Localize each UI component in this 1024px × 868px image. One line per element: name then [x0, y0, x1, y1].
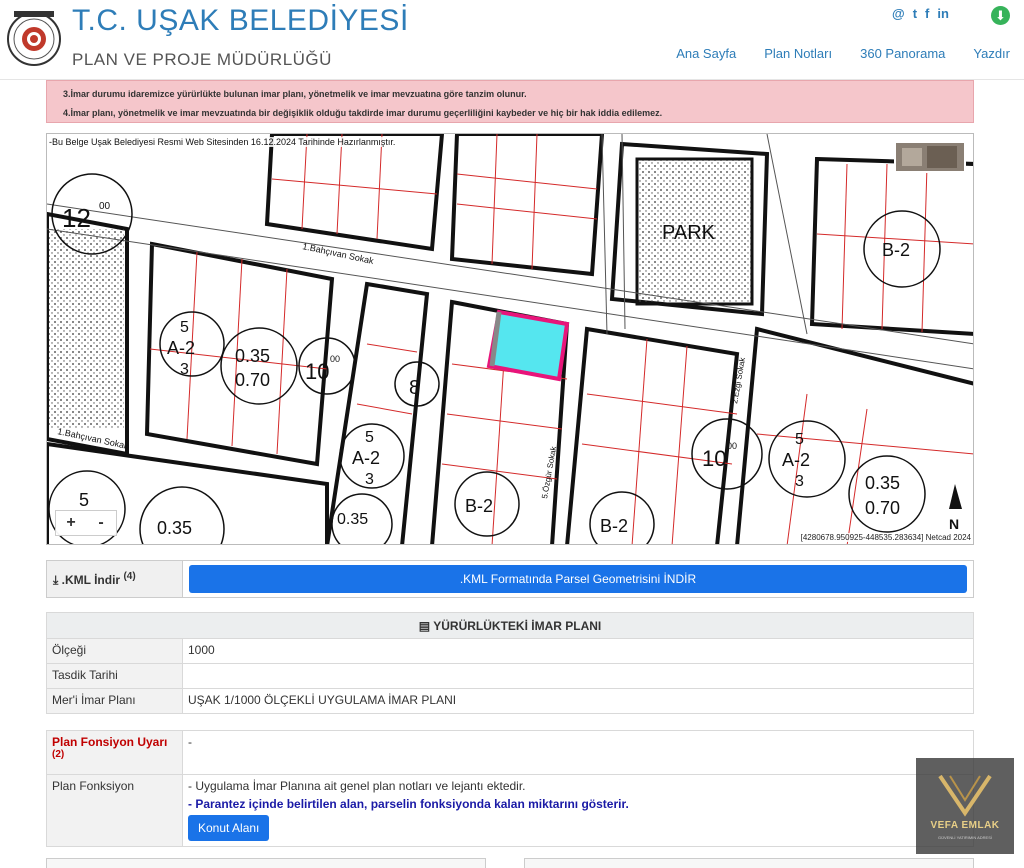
twitter-icon[interactable]: t — [913, 6, 917, 21]
kml-download-button[interactable]: .KML Formatında Parsel Geometrisini İNDİ… — [189, 565, 967, 593]
zone-a2-1: A-2 — [167, 338, 195, 358]
zoom-in-button[interactable]: + — [56, 511, 86, 535]
zone-a2-3-top: 5 — [795, 431, 804, 448]
warning-line-4: 4.İmar planı, yönetmelik ve imar mevzuat… — [63, 108, 663, 118]
vefa-emlak-watermark: VEFA EMLAK GÜVENLİ YATIRIMIN ADRESİ — [916, 758, 1014, 854]
height-label-12-sup: 00 — [99, 201, 111, 212]
ratio-bottom-1: 0.70 — [235, 370, 270, 390]
height-label-12: 12 — [62, 203, 91, 233]
main-nav: Ana Sayfa Plan Notları 360 Panorama Yazd… — [676, 46, 1010, 61]
download-icon[interactable]: ⬇ — [991, 6, 1010, 25]
ratio-top-4: 0.35 — [337, 511, 368, 528]
watermark-name: VEFA EMLAK — [930, 820, 1000, 831]
height-label-8: 8 — [409, 377, 420, 399]
height-label-10a: 10 — [305, 359, 329, 384]
current-plan-label: Mer'i İmar Planı — [46, 688, 183, 714]
nav-panorama[interactable]: 360 Panorama — [860, 46, 945, 61]
page-subtitle: PLAN VE PROJE MÜDÜRLÜĞÜ — [72, 50, 332, 69]
zone-five-left: 5 — [79, 490, 89, 510]
height-label-10a-sup: 00 — [330, 354, 340, 364]
document-icon: ▤ — [418, 619, 434, 633]
site-header: T.C. UŞAK BELEDİYESİ PLAN VE PROJE MÜDÜR… — [0, 0, 1024, 80]
function-warning-value: - — [182, 730, 974, 775]
height-label-10b: 10 — [702, 446, 726, 471]
zoom-out-button[interactable]: - — [86, 511, 116, 535]
watermark-sub: GÜVENLİ YATIRIMIN ADRESİ — [937, 835, 992, 840]
map-canvas[interactable]: PARK 1.Bahçıvan Sokak 1.Bahçıvan Sokak 5… — [47, 134, 974, 545]
zone-b2-1: B-2 — [465, 496, 493, 516]
zoning-map[interactable]: PARK 1.Bahçıvan Sokak 1.Bahçıvan Sokak 5… — [46, 133, 974, 545]
residential-area-button[interactable]: Konut Alanı — [188, 815, 270, 841]
plan-function-label: Plan Fonksiyon — [46, 774, 183, 847]
zone-b2-2: B-2 — [600, 516, 628, 536]
ratio-bottom-2: 0.70 — [865, 498, 900, 518]
usak-municipality-logo[interactable] — [6, 8, 62, 70]
zone-a2-2: A-2 — [352, 448, 380, 468]
zone-a2-1-bottom: 3 — [180, 361, 189, 378]
warning-line-3: 3.İmar durumu idaremizce yürürlükte bulu… — [63, 89, 527, 99]
current-plan-value: UŞAK 1/1000 ÖLÇEKLİ UYGULAMA İMAR PLANI — [182, 688, 974, 714]
email-icon[interactable]: @ — [892, 6, 905, 21]
social-links: @ t f in — [892, 6, 949, 21]
height-label-10b-sup: 00 — [727, 441, 737, 451]
warning-box: 3.İmar durumu idaremizce yürürlükte bulu… — [46, 80, 974, 123]
linkedin-icon[interactable]: in — [937, 6, 949, 21]
nav-plan-notes[interactable]: Plan Notları — [764, 46, 832, 61]
plan-function-value: - Uygulama İmar Planına ait genel plan n… — [188, 779, 526, 793]
download-icon-small: ⤓ — [53, 573, 62, 587]
ratio-top-3: 0.35 — [157, 518, 192, 538]
plan-function-note: - Parantez içinde belirtilen alan, parse… — [188, 797, 629, 811]
dotted-area-left — [49, 229, 124, 429]
zone-b2-3: B-2 — [882, 240, 910, 260]
zone-a2-3-bottom: 3 — [795, 473, 804, 490]
zone-a2-1-top: 5 — [180, 319, 189, 336]
zone-a2-2-top: 5 — [365, 429, 374, 446]
kml-download-row: ⤓ .KML İndir (4) .KML Formatında Parsel … — [46, 560, 974, 598]
ratio-top-1: 0.35 — [235, 346, 270, 366]
vefa-logo-icon — [938, 774, 992, 817]
zoom-control: + - — [55, 510, 117, 536]
plan-function-table: Plan Fonsiyon Uyarı (2) - Plan Fonksiyon… — [46, 730, 974, 847]
nav-home[interactable]: Ana Sayfa — [676, 46, 736, 61]
zone-a2-2-bottom: 3 — [365, 471, 374, 488]
plan-info-table: ▤ YÜRÜRLÜKTEKİ İMAR PLANI Ölçeği 1000 Ta… — [46, 612, 974, 714]
ratio-top-2: 0.35 — [865, 473, 900, 493]
kml-label: ⤓ .KML İndir (4) — [47, 561, 183, 597]
nav-print[interactable]: Yazdır — [973, 46, 1010, 61]
north-label: N — [949, 516, 959, 532]
approval-date-label: Tasdik Tarihi — [46, 663, 183, 689]
plan-table-header: ▤ YÜRÜRLÜKTEKİ İMAR PLANI — [46, 612, 974, 639]
next-section-tops — [46, 858, 974, 868]
park-label: PARK — [662, 222, 716, 244]
approval-date-value — [182, 663, 974, 689]
page-title: T.C. UŞAK BELEDİYESİ — [72, 4, 409, 37]
selected-parcel[interactable] — [486, 309, 570, 382]
zone-a2-3: A-2 — [782, 450, 810, 470]
scale-label: Ölçeği — [46, 638, 183, 664]
scale-value: 1000 — [182, 638, 974, 664]
facebook-icon[interactable]: f — [925, 6, 929, 21]
function-warning-label: Plan Fonsiyon Uyarı — [52, 735, 168, 749]
map-source-note: -Bu Belge Uşak Belediyesi Resmi Web Site… — [49, 137, 396, 147]
map-coordinates: [4280678.950925-448535.283634] Netcad 20… — [800, 533, 971, 542]
